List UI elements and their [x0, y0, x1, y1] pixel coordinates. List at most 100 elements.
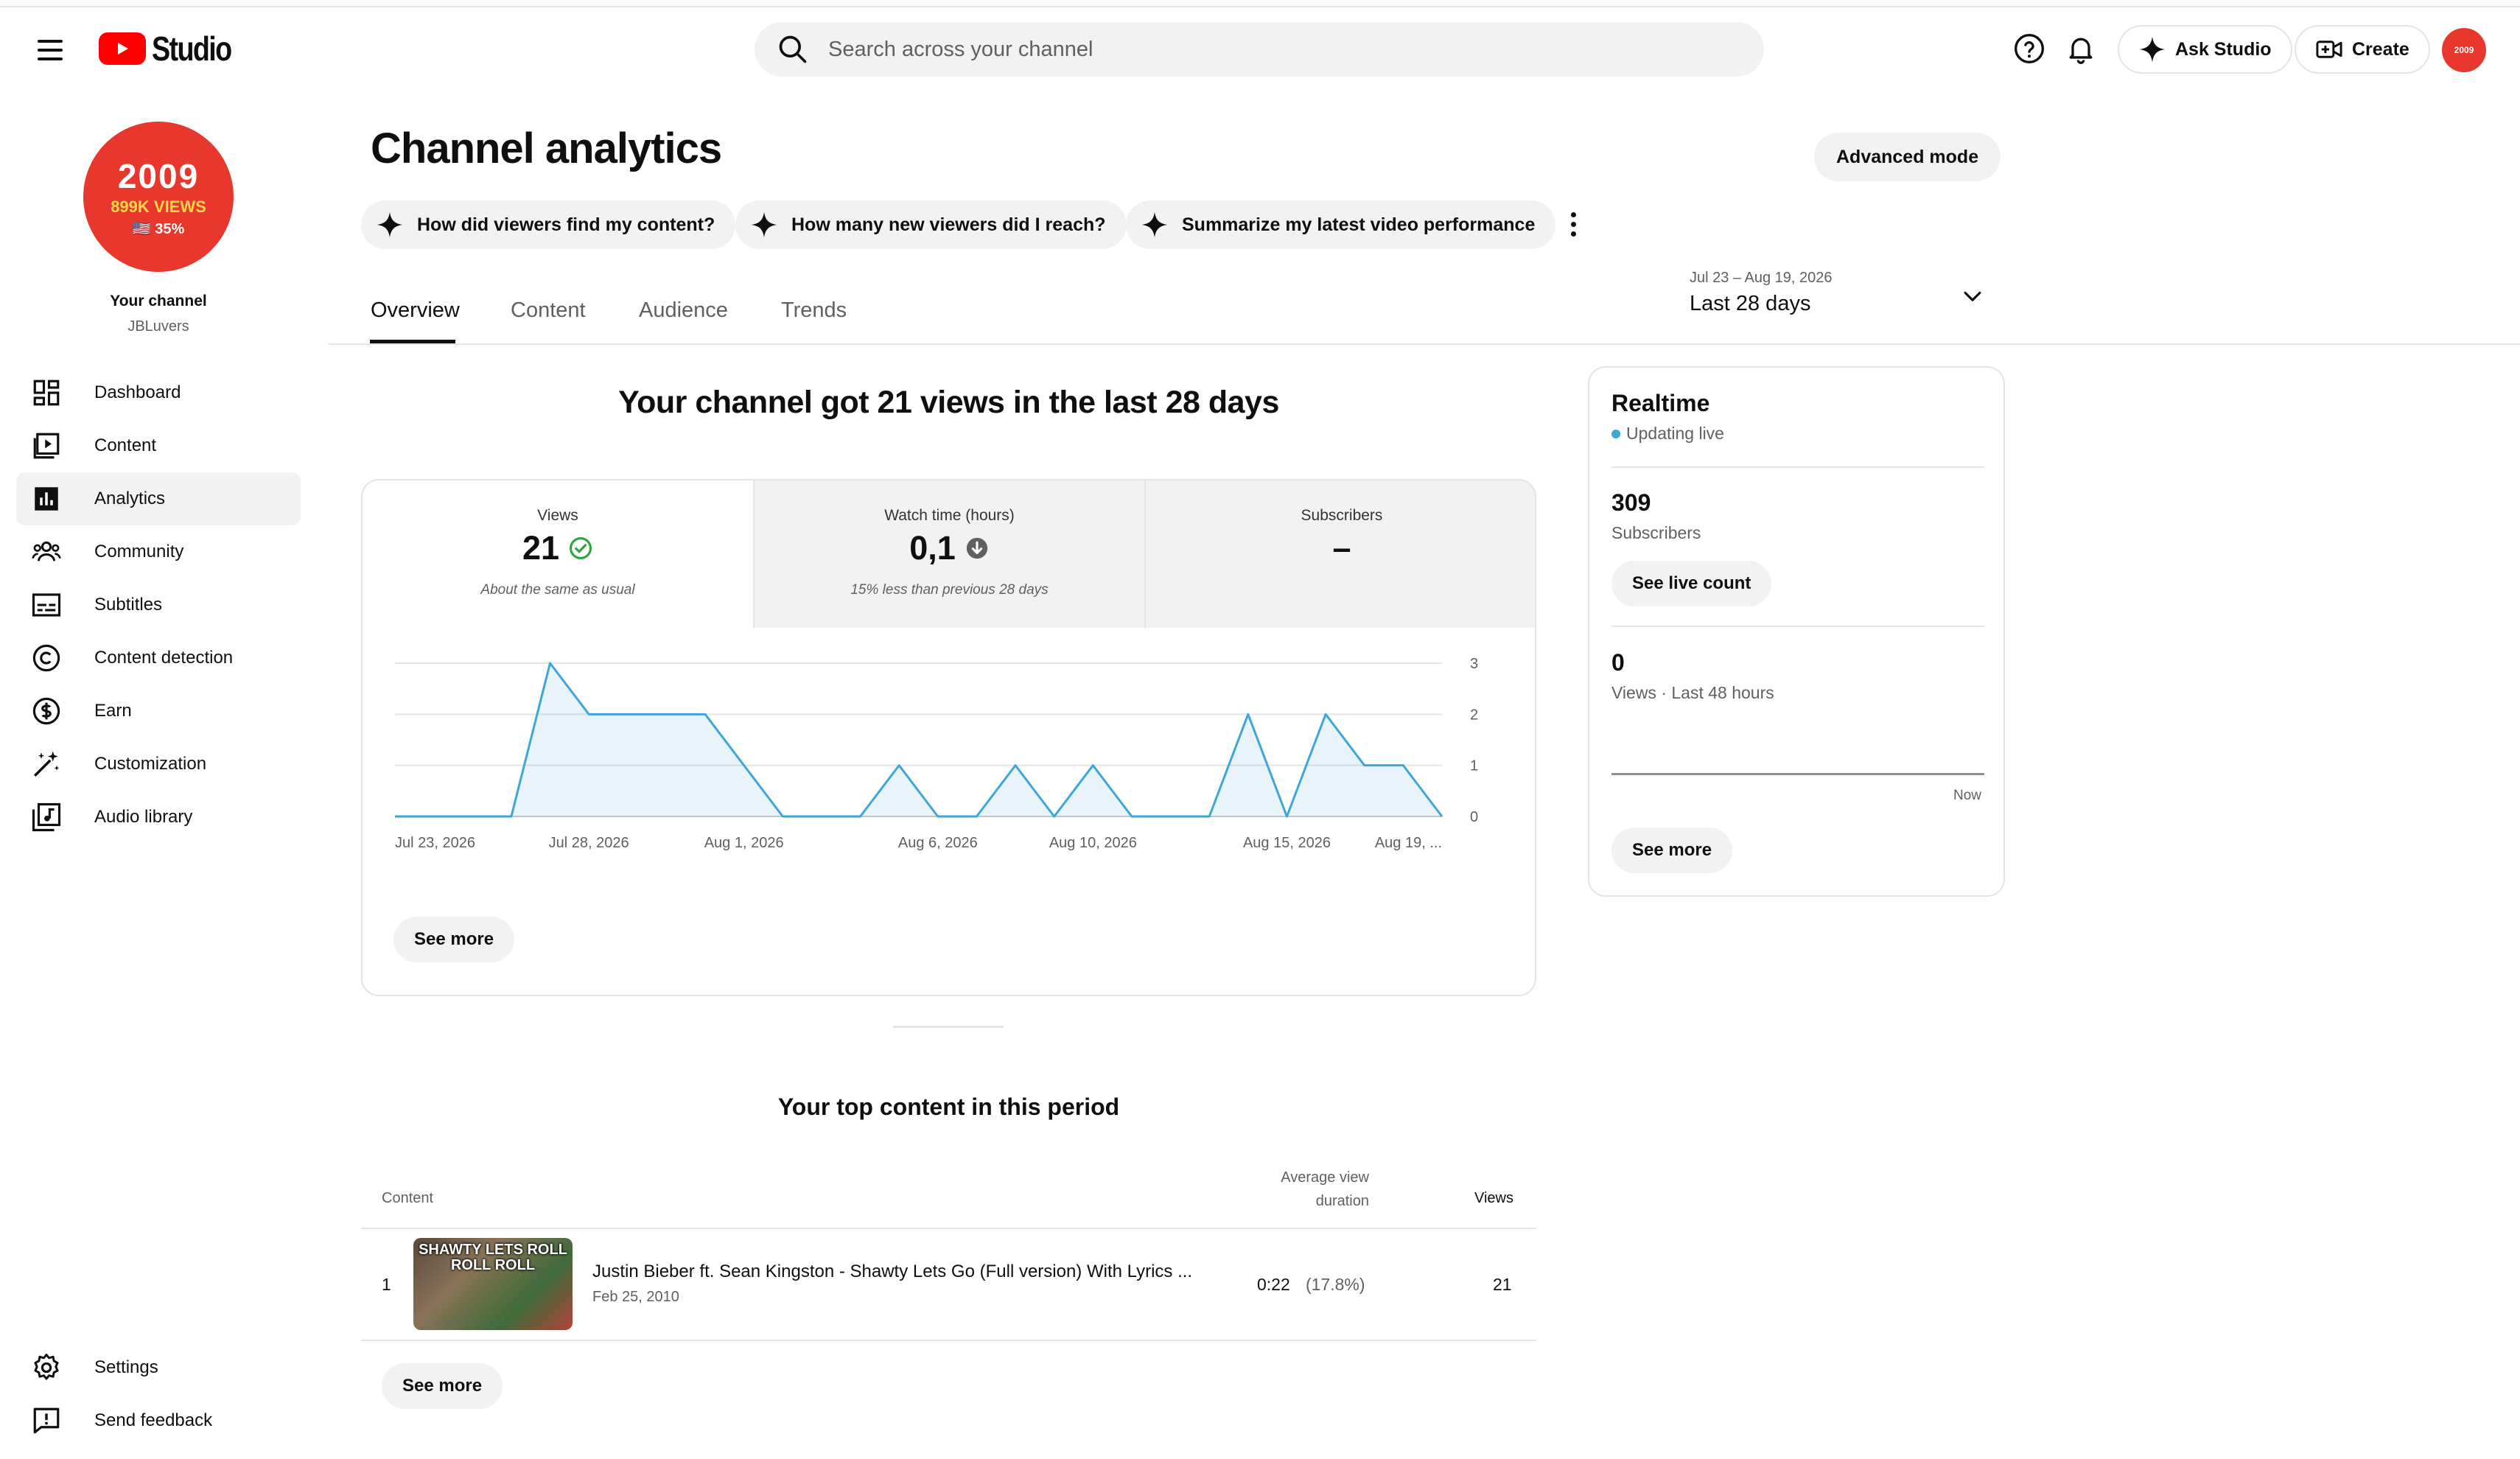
realtime-live-status: Updating live: [1611, 424, 1724, 444]
top-content-see-more-button[interactable]: See more: [382, 1363, 503, 1409]
menu-icon[interactable]: [29, 29, 71, 71]
thumbnail-text: SHAWTY LETS ROLL ROLL ROLL: [419, 1242, 567, 1273]
x-tick-label: Jul 23, 2026: [395, 835, 475, 851]
realtime-subscribers-value: 309: [1611, 489, 1651, 516]
tab-trends[interactable]: Trends: [781, 298, 847, 323]
column-header-avg-duration[interactable]: Average view duration: [1179, 1166, 1369, 1213]
sidebar-item-content-detection[interactable]: Content detection: [16, 631, 301, 685]
sidebar-item-community[interactable]: Community: [16, 525, 301, 578]
suggestion-chip-new-viewers[interactable]: How many new viewers did I reach?: [735, 200, 1127, 249]
sidebar-item-label: Send feedback: [94, 1410, 213, 1430]
ask-studio-label: Ask Studio: [2175, 38, 2272, 60]
row-rank: 1: [382, 1275, 391, 1294]
see-live-count-button[interactable]: See live count: [1611, 561, 1772, 606]
y-tick-label: 3: [1470, 656, 1478, 672]
avg-header-line-2: duration: [1315, 1193, 1369, 1209]
create-button[interactable]: Create: [2295, 25, 2430, 74]
metric-label: Subscribers: [1301, 507, 1383, 524]
tab-overview[interactable]: Overview: [371, 298, 460, 323]
sidebar-item-customization[interactable]: Customization: [16, 738, 301, 791]
customization-icon: [34, 751, 60, 777]
realtime-views-label: Views · Last 48 hours: [1611, 683, 1774, 702]
sidebar-item-settings[interactable]: Settings: [16, 1341, 301, 1394]
realtime-see-more-button[interactable]: See more: [1611, 828, 1733, 873]
video-title[interactable]: Justin Bieber ft. Sean Kingston - Shawty…: [592, 1262, 1219, 1282]
suggestion-chip-summarize[interactable]: Summarize my latest video performance: [1126, 200, 1556, 249]
sidebar-item-subtitles[interactable]: Subtitles: [16, 578, 301, 631]
y-tick-label: 2: [1470, 707, 1478, 723]
column-header-content: Content: [382, 1190, 434, 1206]
metric-value: 0,1: [909, 529, 956, 567]
metric-subscribers[interactable]: Subscribers –: [1144, 480, 1535, 628]
metric-watch-time[interactable]: Watch time (hours) 0,1 15% less than pre…: [753, 480, 1144, 628]
content-icon: [33, 433, 60, 459]
check-circle-icon: [570, 536, 592, 560]
realtime-chart-axis: [1611, 773, 1984, 775]
avatar-line-3: 🇺🇸 35%: [132, 220, 185, 237]
metric-value: –: [1332, 529, 1351, 567]
account-avatar[interactable]: 2009: [2442, 28, 2486, 72]
sidebar-item-dashboard[interactable]: Dashboard: [16, 366, 301, 419]
earn-icon: [32, 697, 60, 725]
metric-note: About the same as usual: [480, 582, 635, 598]
realtime-views-value: 0: [1611, 649, 1625, 676]
video-avg-percentage: (17.8%): [1306, 1275, 1365, 1294]
metric-value-row: 0,1: [755, 529, 1144, 567]
suggestion-chip-viewers-find[interactable]: How did viewers find my content?: [361, 200, 736, 249]
sidebar-item-send-feedback[interactable]: Send feedback: [16, 1394, 301, 1447]
tab-content[interactable]: Content: [511, 298, 586, 323]
video-thumbnail[interactable]: SHAWTY LETS ROLL ROLL ROLL: [413, 1238, 573, 1330]
help-icon[interactable]: [2009, 28, 2050, 69]
realtime-divider: [1611, 626, 1984, 627]
sparkle-icon: [2139, 36, 2166, 63]
sparkle-icon: [1141, 211, 1168, 238]
sidebar-item-label: Settings: [94, 1357, 158, 1377]
sidebar-item-label: Dashboard: [94, 382, 181, 402]
studio-logo[interactable]: Studio: [99, 28, 248, 69]
chart-see-more-button[interactable]: See more: [393, 917, 515, 962]
realtime-subscribers-label: Subscribers: [1611, 523, 1701, 542]
logo-text: Studio: [152, 29, 232, 68]
date-range-dates[interactable]: Jul 23 – Aug 19, 2026: [1690, 270, 1833, 287]
metric-views[interactable]: Views 21 About the same as usual: [363, 480, 753, 628]
avg-header-line-1: Average view: [1281, 1169, 1369, 1186]
sidebar-item-content[interactable]: Content: [16, 419, 301, 472]
video-avg-duration: 0:22: [1257, 1275, 1290, 1294]
x-tick-label: Aug 15, 2026: [1243, 835, 1331, 851]
video-date: Feb 25, 2010: [592, 1289, 679, 1305]
metric-note: 15% less than previous 28 days: [850, 582, 1049, 598]
sidebar-item-analytics[interactable]: Analytics: [16, 472, 301, 525]
avatar-line-1: 2009: [117, 156, 200, 195]
avatar-line-2: 899K VIEWS: [111, 197, 206, 216]
views-chart[interactable]: 0 1 2 3 Jul 23, 2026 Jul 28, 2026 Aug 1, 2026 A…: [363, 628, 1536, 908]
date-range-label[interactable]: Last 28 days: [1690, 292, 1810, 316]
notifications-bell-icon[interactable]: [2060, 28, 2101, 69]
advanced-mode-button[interactable]: Advanced mode: [1814, 133, 2001, 181]
top-content-title: Your top content in this period: [777, 1094, 1120, 1120]
search-icon: [779, 35, 807, 63]
chip-label: Summarize my latest video performance: [1182, 214, 1536, 235]
sidebar-item-earn[interactable]: Earn: [16, 685, 301, 738]
sidebar-item-audio-library[interactable]: Audio library: [16, 791, 301, 844]
sidebar-item-label: Earn: [94, 701, 132, 721]
x-tick-label: Jul 28, 2026: [549, 835, 629, 851]
sidebar-item-label: Audio library: [94, 807, 193, 827]
search-input[interactable]: [828, 37, 1712, 62]
more-options-icon[interactable]: [1562, 208, 1584, 240]
video-views: 21: [1493, 1275, 1512, 1294]
y-tick-label: 1: [1470, 758, 1478, 774]
chart-area-fill: [395, 663, 1442, 816]
column-header-views[interactable]: Views: [1446, 1190, 1513, 1207]
ask-studio-button[interactable]: Ask Studio: [2118, 25, 2292, 74]
table-divider: [361, 1340, 1536, 1341]
channel-avatar[interactable]: 2009 899K VIEWS 🇺🇸 35%: [83, 122, 234, 272]
search-bar[interactable]: [755, 22, 1764, 77]
tab-audience[interactable]: Audience: [639, 298, 728, 323]
sidebar-item-label: Content: [94, 435, 157, 455]
chip-label: How many new viewers did I reach?: [791, 214, 1106, 235]
sidebar-item-label: Analytics: [94, 489, 166, 508]
sparkle-icon: [751, 211, 777, 238]
chevron-down-icon[interactable]: [1960, 284, 1985, 309]
overview-card: Views 21 About the same as usual Watch t…: [361, 479, 1536, 996]
tabs-divider: [329, 343, 2520, 345]
